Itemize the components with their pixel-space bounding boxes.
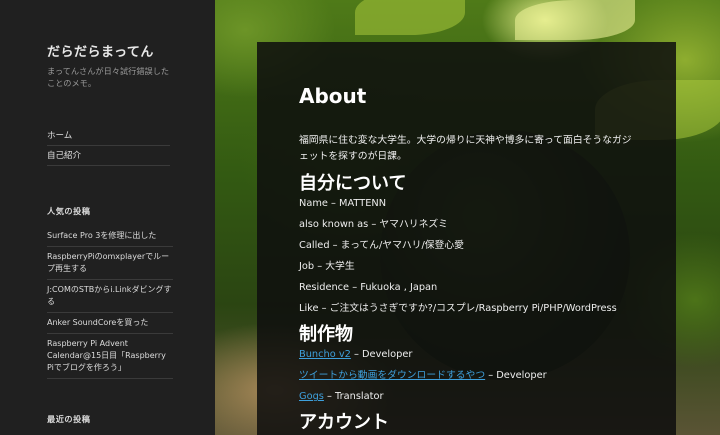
popular-post-link[interactable]: Anker SoundCoreを買った [47,313,173,334]
profile-line: Residence – Fukuoka , Japan [299,282,438,293]
leaf-shape [355,0,465,35]
work-item: Gogs – Translator [299,390,639,404]
popular-posts-list: Surface Pro 3を修理に出した RaspberryPiのomxplay… [47,226,173,379]
popular-post-link[interactable]: RaspberryPiのomxplayerでループ再生する [47,247,173,280]
profile-line: Name – MATTENN [299,198,387,209]
work-role: – Developer [485,370,547,381]
popular-post-link[interactable]: Raspberry Pi Advent Calendar@15日目「Raspbe… [47,334,173,379]
work-link-gogs[interactable]: Gogs [299,391,324,402]
work-role: – Translator [323,391,384,402]
intro-paragraph: 福岡県に住む変な大学生。大学の帰りに天神や博多に寄って面白そうなガジェットを探す… [299,135,632,162]
site-description: まってんさんが日々試行錯誤したことのメモ。 [47,66,170,88]
recent-posts-heading: 最近の投稿 [47,414,91,424]
work-item: Buncho v2 – Developer [299,348,639,362]
menu-item-home[interactable]: ホーム [47,126,170,146]
profile-line: also known as – ヤマハリネズミ [299,219,448,230]
menu-item-about[interactable]: 自己紹介 [47,146,170,166]
popular-post-link[interactable]: Surface Pro 3を修理に出した [47,226,173,247]
popular-post-link[interactable]: J:COMのSTBからi.Linkダビングする [47,280,173,313]
site-title[interactable]: だらだらまってん [47,41,154,60]
work-link-buncho[interactable]: Buncho v2 [299,349,351,360]
about-heading: 自分について [299,173,407,194]
accounts-heading: アカウント [299,412,389,433]
page-title: About [299,84,367,108]
works-heading: 制作物 [299,324,353,345]
profile-line: Called – まってん/ヤマハリ/保登心愛 [299,240,464,251]
leaf-shape [515,0,635,40]
work-item: ツイートから動画をダウンロードするやつ – Developer [299,369,639,383]
sidebar: だらだらまってん まってんさんが日々試行錯誤したことのメモ。 ホーム 自己紹介 … [0,0,215,435]
profile-line: Job – 大学生 [299,261,355,272]
profile-line: Like – ご注文はうさぎですか?/コスプレ/Raspberry Pi/PHP… [299,303,617,314]
work-link-tweet-video[interactable]: ツイートから動画をダウンロードするやつ [299,370,485,381]
popular-posts-heading: 人気の投稿 [47,206,91,216]
work-role: – Developer [350,349,413,360]
main-menu: ホーム 自己紹介 [47,126,170,166]
